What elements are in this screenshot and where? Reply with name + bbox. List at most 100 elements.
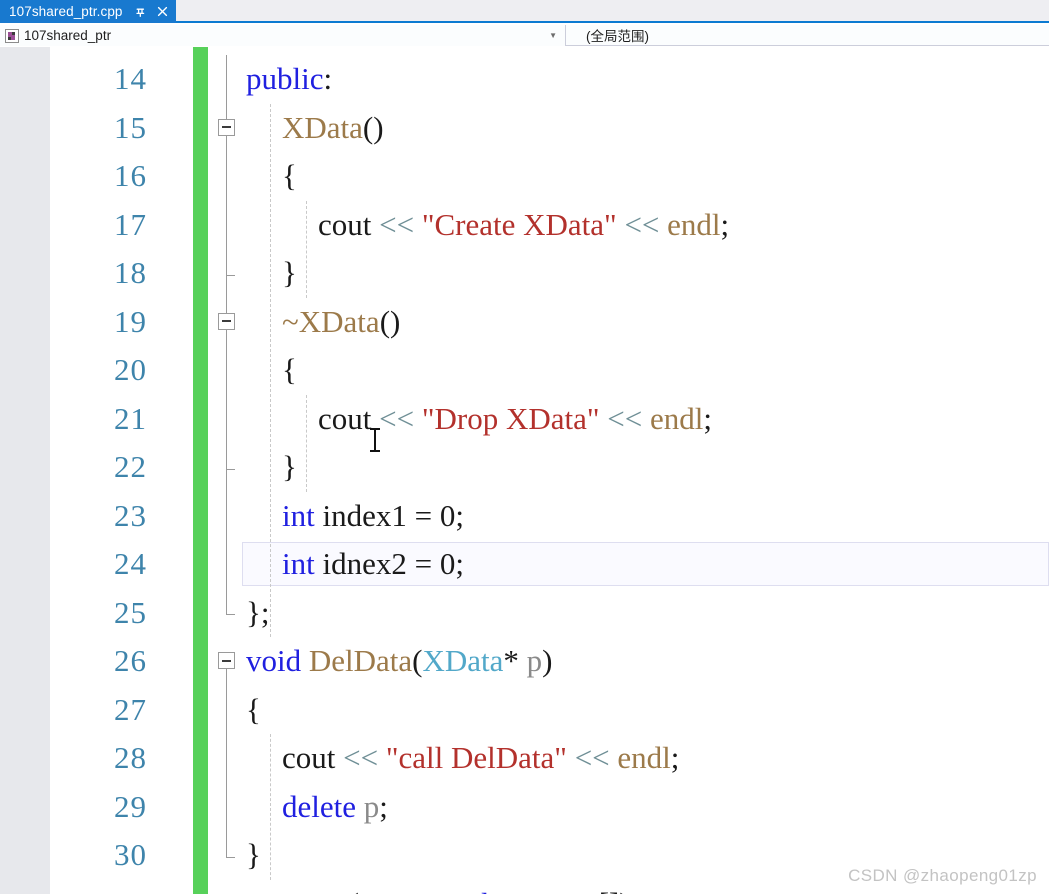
- code-line[interactable]: int main(int argc, char *argv[]): [246, 880, 630, 894]
- collapse-region-button[interactable]: [218, 119, 235, 136]
- document-tab-strip: 107shared_ptr.cpp: [0, 0, 1049, 23]
- token-pun: [356, 789, 364, 824]
- token-op: <<: [624, 207, 659, 242]
- indent-guide: [270, 734, 271, 880]
- code-line[interactable]: XData(): [282, 104, 384, 153]
- token-pun: [659, 207, 667, 242]
- cpp-class-icon: [5, 29, 19, 43]
- scope-dropdown[interactable]: 107shared_ptr ▼: [0, 25, 566, 46]
- code-line[interactable]: delete p;: [282, 783, 388, 832]
- token-op: <<: [343, 740, 378, 775]
- token-pun: }: [246, 837, 261, 872]
- token-endl: endl: [667, 207, 720, 242]
- code-line[interactable]: cout << "call DelData" << endl;: [282, 734, 679, 783]
- token-fn: main: [286, 886, 348, 894]
- code-line[interactable]: int index1 = 0;: [282, 492, 464, 541]
- token-var: p: [364, 789, 380, 824]
- token-fn: XData: [282, 110, 363, 145]
- token-pun: }: [282, 449, 297, 484]
- token-pun: ): [542, 643, 552, 678]
- token-str: "Create XData": [422, 207, 617, 242]
- token-pun: [301, 643, 309, 678]
- token-kw: void: [246, 643, 301, 678]
- token-pun: (): [380, 304, 401, 339]
- line-number: 31: [114, 880, 147, 894]
- line-number: 30: [114, 831, 147, 880]
- code-line[interactable]: ~XData(): [282, 298, 400, 347]
- pin-icon[interactable]: [134, 5, 147, 18]
- token-var: argv: [544, 886, 599, 894]
- token-pun: [371, 207, 379, 242]
- token-op: <<: [607, 401, 642, 436]
- token-pun: [335, 740, 343, 775]
- code-line[interactable]: };: [246, 589, 270, 638]
- outlining-region-end: [226, 460, 235, 470]
- token-idf: cout: [318, 401, 371, 436]
- token-kw: delete: [282, 789, 356, 824]
- line-number: 25: [114, 589, 147, 638]
- token-pun: *: [521, 886, 544, 894]
- chevron-down-icon[interactable]: ▼: [549, 25, 557, 46]
- code-line[interactable]: }: [246, 831, 261, 880]
- token-pun: [567, 740, 575, 775]
- breakpoint-indicator-margin[interactable]: [0, 47, 50, 894]
- token-pun: }: [282, 255, 297, 290]
- token-pun: ;: [671, 740, 680, 775]
- token-pun: []): [599, 886, 630, 894]
- line-number: 28: [114, 734, 147, 783]
- token-idf: index1 = 0;: [315, 498, 464, 533]
- token-str: "call DelData": [386, 740, 567, 775]
- token-typ: XData: [422, 643, 503, 678]
- line-number: 29: [114, 783, 147, 832]
- line-number-gutter: 14151617181920212223242526272829303132: [50, 47, 195, 894]
- code-line[interactable]: int idnex2 = 0;: [282, 540, 464, 589]
- indent-guide: [306, 201, 307, 298]
- token-str: "Drop XData": [422, 401, 600, 436]
- navigation-bar: 107shared_ptr ▼ (全局范围): [0, 25, 1049, 46]
- token-fn: DelData: [309, 643, 412, 678]
- csdn-watermark: CSDN @zhaopeng01zp: [848, 866, 1037, 886]
- token-pun: };: [246, 595, 270, 630]
- collapse-region-button[interactable]: [218, 313, 235, 330]
- line-number: 26: [114, 637, 147, 686]
- code-line[interactable]: public:: [246, 55, 332, 104]
- member-dropdown[interactable]: (全局范围): [566, 25, 1049, 45]
- outlining-vertical-line: [226, 128, 227, 276]
- token-pun: ;: [721, 207, 730, 242]
- code-line[interactable]: cout << "Create XData" << endl;: [318, 201, 729, 250]
- document-tab-107shared-ptr-cpp[interactable]: 107shared_ptr.cpp: [0, 0, 176, 23]
- token-pun: *: [503, 643, 519, 678]
- token-pun: ,: [452, 886, 468, 894]
- token-pun: [642, 401, 650, 436]
- outlining-region-end: [226, 605, 235, 615]
- token-kw: char: [468, 886, 521, 894]
- token-kw: int: [246, 886, 279, 894]
- code-line[interactable]: }: [282, 249, 297, 298]
- line-number: 18: [114, 249, 147, 298]
- code-line[interactable]: {: [282, 346, 297, 395]
- token-op: <<: [379, 401, 414, 436]
- token-idf: cout: [282, 740, 335, 775]
- outlining-margin[interactable]: [208, 47, 242, 894]
- token-pun: {: [282, 158, 297, 193]
- line-number: 21: [114, 395, 147, 444]
- token-idf: cout: [318, 207, 371, 242]
- code-text-area[interactable]: public:XData(){cout << "Create XData" <<…: [242, 47, 1049, 894]
- scope-name-label: 107shared_ptr: [24, 28, 111, 43]
- close-icon[interactable]: [156, 5, 169, 18]
- token-idf: idnex2 = 0;: [315, 546, 464, 581]
- code-line[interactable]: {: [246, 686, 261, 735]
- token-kw: public: [246, 61, 324, 96]
- token-pun: (: [348, 886, 358, 894]
- collapse-region-button[interactable]: [218, 652, 235, 669]
- code-line[interactable]: cout << "Drop XData" << endl;: [318, 395, 712, 444]
- token-pun: [371, 401, 379, 436]
- line-number: 16: [114, 152, 147, 201]
- line-number: 27: [114, 686, 147, 735]
- code-line[interactable]: void DelData(XData* p): [246, 637, 552, 686]
- code-editor[interactable]: 14151617181920212223242526272829303132 p…: [0, 47, 1049, 894]
- token-pun: [414, 401, 422, 436]
- token-pun: :: [324, 61, 333, 96]
- code-line[interactable]: }: [282, 443, 297, 492]
- code-line[interactable]: {: [282, 152, 297, 201]
